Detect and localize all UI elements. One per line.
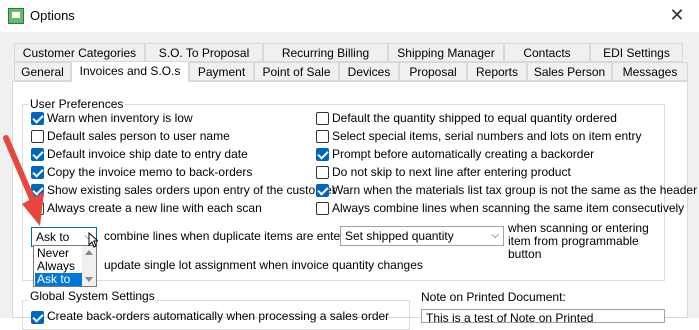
tab-invoices-and-sos[interactable]: Invoices and S.O.s (71, 61, 189, 82)
select-special-items-label: Select special items, serial numbers and… (332, 129, 642, 143)
show-existing-orders-label: Show existing sales orders upon entry of… (47, 183, 336, 197)
do-not-skip-line-label: Do not skip to next line after entering … (332, 165, 571, 179)
select-special-items-checkbox[interactable] (316, 130, 329, 143)
warn-inventory-low-checkbox[interactable] (31, 112, 44, 125)
window-title: Options (30, 8, 75, 23)
prompt-backorder-label: Prompt before automatically creating a b… (332, 147, 595, 161)
default-qty-shipped-label: Default the quantity shipped to equal qu… (332, 111, 617, 125)
tab-recurring-billing[interactable]: Recurring Billing (263, 43, 388, 62)
tab-sales-person[interactable]: Sales Person (527, 62, 612, 81)
tab-proposal[interactable]: Proposal (399, 62, 467, 81)
shipped-quantity-select-value: Set shipped quantity (345, 229, 454, 243)
annotation-arrow-icon (3, 135, 44, 226)
title-bar: Options ✕ (0, 0, 699, 32)
combine-lines-scan-label: Always combine lines when scanning the s… (332, 201, 685, 215)
default-sales-person-label: Default sales person to user name (47, 129, 230, 143)
note-label: Note on Printed Document: (421, 290, 566, 304)
always-new-line-label: Always create a new line with each scan (47, 201, 262, 215)
tab-edi-settings[interactable]: EDI Settings (590, 43, 683, 62)
tab-so-to-proposal[interactable]: S.O. To Proposal (145, 43, 263, 62)
copy-invoice-memo-label: Copy the invoice memo to back-orders (47, 165, 253, 179)
warn-tax-group-label: Warn when the materials list tax group i… (332, 183, 698, 197)
shipped-quantity-select[interactable]: Set shipped quantity ⌵ (340, 226, 504, 246)
tab-messages[interactable]: Messages (612, 62, 688, 81)
do-not-skip-line-checkbox[interactable] (316, 166, 329, 179)
prompt-backorder-checkbox[interactable] (316, 148, 329, 161)
tab-contacts[interactable]: Contacts (504, 43, 590, 62)
user-preferences-label: User Preferences (28, 97, 126, 111)
global-settings-label: Global System Settings (28, 289, 157, 303)
tab-reports[interactable]: Reports (467, 62, 527, 81)
note-textbox[interactable]: This is a test of Note on Printed (421, 309, 665, 323)
close-icon[interactable]: ✕ (663, 2, 691, 28)
tab-devices[interactable]: Devices (339, 62, 399, 81)
tab-point-of-sale[interactable]: Point of Sale (254, 62, 339, 81)
tab-general[interactable]: General (14, 62, 71, 81)
option-ask-to[interactable]: Ask to (35, 273, 84, 286)
scan-entry-text: when scanning or entering item from prog… (508, 221, 649, 261)
app-icon (8, 8, 24, 24)
default-qty-shipped-checkbox[interactable] (316, 112, 329, 125)
mouse-cursor-icon (88, 232, 98, 248)
combine-lines-select-value: Ask to (36, 230, 70, 244)
tab-payment[interactable]: Payment (189, 62, 254, 81)
lot-assignment-text: update single lot assignment when invoic… (104, 258, 423, 272)
scroll-down-icon[interactable] (85, 277, 93, 282)
create-backorders-label: Create back-orders automatically when pr… (47, 309, 390, 323)
warn-inventory-low-label: Warn when inventory is low (47, 111, 193, 125)
chevron-down-icon: ⌵ (491, 230, 499, 241)
combine-lines-scan-checkbox[interactable] (316, 202, 329, 215)
warn-tax-group-checkbox[interactable] (316, 184, 329, 197)
scroll-up-icon[interactable] (85, 250, 93, 255)
combine-lines-text: combine lines when duplicate items are e… (104, 229, 361, 243)
default-ship-date-label: Default invoice ship date to entry date (47, 147, 248, 161)
dropdown-scrollbar[interactable] (82, 246, 96, 286)
combine-lines-dropdown-list: Never Always Ask to (33, 245, 97, 287)
tab-shipping-manager[interactable]: Shipping Manager (388, 43, 504, 62)
tab-customer-categories[interactable]: Customer Categories (14, 43, 145, 62)
